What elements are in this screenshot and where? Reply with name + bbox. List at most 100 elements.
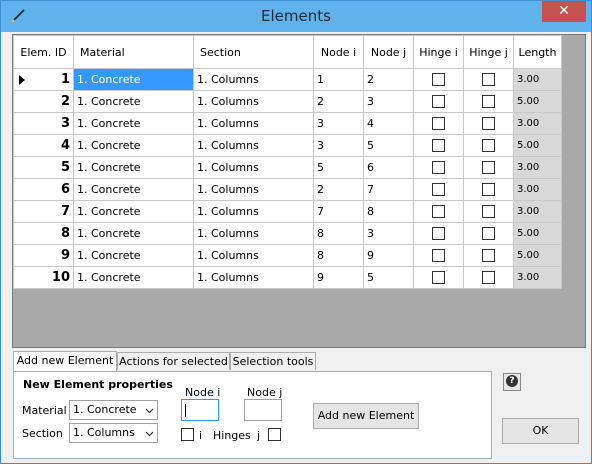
row-header-cell[interactable]: 5	[13, 156, 74, 179]
node-i-cell[interactable]: 8	[313, 244, 364, 267]
material-cell[interactable]: 1. Concrete	[73, 266, 194, 289]
title-bar[interactable]: Elements ✕	[1, 1, 591, 32]
hinge-j-cell[interactable]	[463, 68, 514, 91]
material-cell[interactable]: 1. Concrete	[73, 134, 194, 157]
column-header-material[interactable]: Material	[73, 35, 194, 69]
material-cell[interactable]: 1. Concrete	[73, 68, 194, 91]
hinge-j-cell[interactable]	[463, 178, 514, 201]
hinge-i-cell[interactable]	[413, 222, 464, 245]
hinge-i-checkbox[interactable]	[432, 95, 445, 109]
table-row[interactable]: 10 1. Concrete 1. Columns 9 5 3.00	[13, 266, 562, 289]
hinge-i-checkbox[interactable]	[432, 271, 445, 285]
hinge-i-checkbox[interactable]	[432, 183, 445, 197]
row-header-cell[interactable]: 1	[13, 68, 74, 91]
tab-add-new-element[interactable]: Add new Element	[13, 351, 117, 371]
hinge-i-cell[interactable]	[413, 178, 464, 201]
section-cell[interactable]: 1. Columns	[193, 90, 314, 113]
node-j-cell[interactable]: 7	[363, 178, 414, 201]
table-row[interactable]: 8 1. Concrete 1. Columns 8 3 5.00	[13, 222, 562, 245]
section-cell[interactable]: 1. Columns	[193, 156, 314, 179]
node-i-cell[interactable]: 3	[313, 112, 364, 135]
node-j-cell[interactable]: 5	[363, 266, 414, 289]
node-i-cell[interactable]: 3	[313, 134, 364, 157]
hinge-j-checkbox[interactable]	[482, 95, 495, 109]
column-header-node-i[interactable]: Node i	[313, 35, 364, 69]
ok-button[interactable]: OK	[502, 418, 579, 444]
row-header-cell[interactable]: 6	[13, 178, 74, 201]
hinge-i-checkbox[interactable]	[432, 161, 445, 175]
hinge-j-cell[interactable]	[463, 222, 514, 245]
help-button[interactable]: ?	[503, 373, 521, 391]
column-header-section[interactable]: Section	[193, 35, 314, 69]
node-j-cell[interactable]: 3	[363, 90, 414, 113]
row-header-cell[interactable]: 10	[13, 266, 74, 289]
hinge-i-checkbox[interactable]	[432, 73, 445, 87]
hinge-i-checkbox[interactable]	[432, 227, 445, 241]
material-cell[interactable]: 1. Concrete	[73, 244, 194, 267]
node-j-cell[interactable]: 6	[363, 156, 414, 179]
row-header-cell[interactable]: 4	[13, 134, 74, 157]
material-cell[interactable]: 1. Concrete	[73, 178, 194, 201]
node-j-cell[interactable]: 9	[363, 244, 414, 267]
column-header-hinge-i[interactable]: Hinge i	[413, 35, 464, 69]
hinge-j-cell[interactable]	[463, 266, 514, 289]
hinge-j-cell[interactable]	[463, 112, 514, 135]
table-row[interactable]: 4 1. Concrete 1. Columns 3 5 5.00	[13, 134, 562, 157]
table-row[interactable]: 3 1. Concrete 1. Columns 3 4 3.00	[13, 112, 562, 135]
material-cell[interactable]: 1. Concrete	[73, 112, 194, 135]
hinge-i-checkbox[interactable]	[432, 205, 445, 219]
row-header-cell[interactable]: 7	[13, 200, 74, 223]
hinge-j-checkbox[interactable]	[268, 428, 281, 441]
section-cell[interactable]: 1. Columns	[193, 134, 314, 157]
node-i-cell[interactable]: 9	[313, 266, 364, 289]
hinge-i-checkbox[interactable]	[432, 249, 445, 263]
table-row[interactable]: 1 1. Concrete 1. Columns 1 2 3.00	[13, 68, 562, 91]
hinge-j-checkbox[interactable]	[482, 205, 495, 219]
node-i-cell[interactable]: 2	[313, 178, 364, 201]
column-header-hinge-j[interactable]: Hinge j	[463, 35, 514, 69]
node-j-cell[interactable]: 5	[363, 134, 414, 157]
hinge-j-checkbox[interactable]	[482, 73, 495, 87]
hinge-j-cell[interactable]	[463, 90, 514, 113]
hinge-j-checkbox[interactable]	[482, 139, 495, 153]
node-j-cell[interactable]: 8	[363, 200, 414, 223]
material-cell[interactable]: 1. Concrete	[73, 200, 194, 223]
node-i-cell[interactable]: 5	[313, 156, 364, 179]
hinge-i-checkbox[interactable]	[181, 428, 194, 441]
hinge-i-cell[interactable]	[413, 134, 464, 157]
table-row[interactable]: 6 1. Concrete 1. Columns 2 7 3.00	[13, 178, 562, 201]
section-cell[interactable]: 1. Columns	[193, 178, 314, 201]
table-row[interactable]: 9 1. Concrete 1. Columns 8 9 5.00	[13, 244, 562, 267]
tab-selection-tools[interactable]: Selection tools	[230, 352, 316, 370]
section-cell[interactable]: 1. Columns	[193, 68, 314, 91]
section-select[interactable]: 1. Columns	[69, 423, 158, 443]
table-row[interactable]: 5 1. Concrete 1. Columns 5 6 3.00	[13, 156, 562, 179]
node-i-cell[interactable]: 2	[313, 90, 364, 113]
node-j-input[interactable]	[244, 399, 282, 421]
hinge-i-cell[interactable]	[413, 266, 464, 289]
hinge-i-cell[interactable]	[413, 68, 464, 91]
row-header-cell[interactable]: 8	[13, 222, 74, 245]
row-header-cell[interactable]: 9	[13, 244, 74, 267]
material-select[interactable]: 1. Concrete	[69, 400, 158, 420]
close-button[interactable]: ✕	[542, 1, 586, 22]
section-cell[interactable]: 1. Columns	[193, 266, 314, 289]
hinge-j-cell[interactable]	[463, 200, 514, 223]
hinge-j-checkbox[interactable]	[482, 117, 495, 131]
hinge-j-checkbox[interactable]	[482, 183, 495, 197]
hinge-j-checkbox[interactable]	[482, 271, 495, 285]
column-header-length[interactable]: Length	[513, 35, 562, 69]
hinge-j-cell[interactable]	[463, 134, 514, 157]
tab-actions-for-selected[interactable]: Actions for selected	[117, 352, 230, 370]
table-row[interactable]: 7 1. Concrete 1. Columns 7 8 3.00	[13, 200, 562, 223]
hinge-j-checkbox[interactable]	[482, 161, 495, 175]
hinge-i-cell[interactable]	[413, 200, 464, 223]
hinge-i-checkbox[interactable]	[432, 117, 445, 131]
node-j-cell[interactable]: 3	[363, 222, 414, 245]
row-header-cell[interactable]: 2	[13, 90, 74, 113]
hinge-j-checkbox[interactable]	[482, 227, 495, 241]
node-i-cell[interactable]: 1	[313, 68, 364, 91]
node-i-cell[interactable]: 8	[313, 222, 364, 245]
node-j-cell[interactable]: 4	[363, 112, 414, 135]
hinge-i-checkbox[interactable]	[432, 139, 445, 153]
